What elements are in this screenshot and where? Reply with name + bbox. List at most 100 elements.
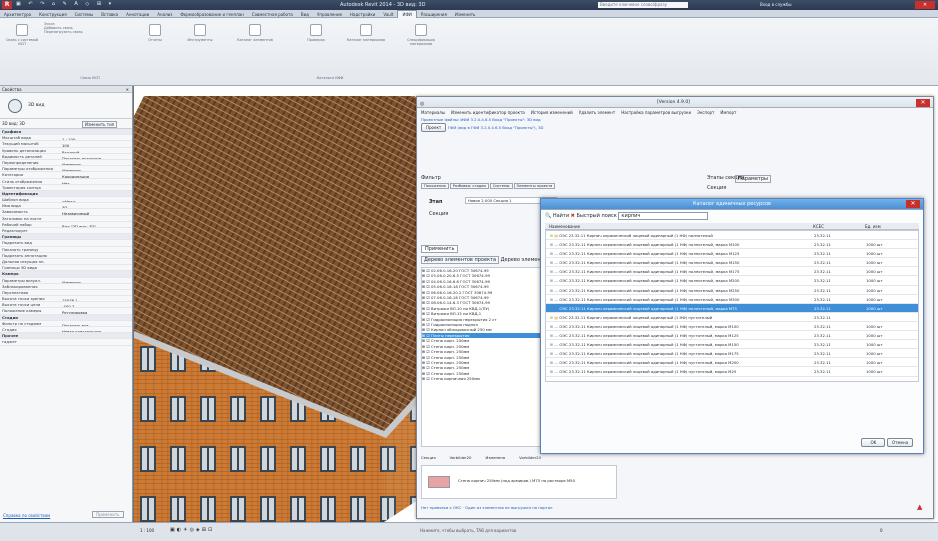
tree-expand-icon[interactable]: ⊞ ☑ bbox=[422, 268, 431, 273]
apply-project-button[interactable]: Применить bbox=[421, 245, 459, 253]
tree-expand-icon[interactable]: ⊞ ☑ bbox=[422, 306, 431, 311]
tree-expand-icon[interactable]: ⊞ ☑ bbox=[422, 284, 431, 289]
toolbar-button[interactable]: Настройка параметров выгрузки bbox=[621, 110, 691, 115]
signin-button[interactable]: Вход в службы bbox=[760, 2, 792, 7]
search-field[interactable]: кирпич bbox=[618, 212, 709, 220]
table-row[interactable]: ⊞ ― ОЭС 23.32.11 Кирпич керамический лиц… bbox=[546, 367, 918, 377]
table-row[interactable]: ⊞ ▤ ОЭС 23.32.11 Кирпич керамический лиц… bbox=[546, 231, 918, 241]
table-row[interactable]: ⊞ ― ОЭС 23.32.11 Кирпич керамический лиц… bbox=[546, 276, 918, 286]
clear-icon[interactable]: ✖ bbox=[571, 213, 575, 219]
tree-tab[interactable]: Дерево элементов проекта bbox=[421, 256, 500, 264]
type-selector[interactable]: 3D вид bbox=[0, 93, 132, 119]
tree-expand-icon[interactable]: ⊞ ☑ bbox=[422, 290, 431, 295]
filter-tab[interactable]: Разбивка: стадии bbox=[449, 183, 489, 189]
tree-expand-icon[interactable]: ⊞ ☑ bbox=[422, 300, 431, 305]
expand-icon[interactable]: ⊞ ― bbox=[550, 324, 559, 329]
property-row[interactable]: гаджет bbox=[0, 339, 132, 346]
ribbon-button-materials[interactable]: Каталог материалов bbox=[344, 24, 388, 42]
table-row[interactable]: ⊞ ― ОЭС 23.32.11 Кирпич керамический лиц… bbox=[546, 349, 918, 359]
expand-icon[interactable]: ⊞ ― bbox=[550, 360, 559, 365]
expand-icon[interactable]: ⊞ ― bbox=[550, 288, 559, 293]
table-row[interactable]: ⊞ ― ОЭС 23.32.11 Кирпич керамический лиц… bbox=[546, 249, 918, 259]
bottom-tab[interactable]: Изменено bbox=[485, 455, 505, 460]
table-row[interactable]: ⊞ ― ОЭС 23.32.11 Кирпич керамический лиц… bbox=[546, 267, 918, 277]
expand-icon[interactable]: ⊞ ― bbox=[550, 342, 559, 347]
folder-icon[interactable]: ⊞ ▤ bbox=[550, 233, 559, 238]
expand-icon[interactable]: ⊞ ― bbox=[550, 278, 559, 283]
table-row[interactable]: ⊞ ― ОЭС 23.32.11 Кирпич керамический лиц… bbox=[546, 258, 918, 268]
bottom-tab[interactable]: Секция bbox=[421, 455, 436, 460]
tree-expand-icon[interactable]: ⊞ ☑ bbox=[422, 371, 431, 376]
table-row[interactable]: ⊞ ― ОЭС 23.32.11 Кирпич керамический лиц… bbox=[546, 303, 918, 313]
quick-access-toolbar[interactable]: ▣ ↶ ↷ ⌂ ✎ A ◇ ⊞ ▾ bbox=[16, 1, 236, 9]
ribbon-button-isp[interactable]: Связь с системой ИСП bbox=[4, 24, 40, 46]
ribbon-button-check[interactable]: Проверка bbox=[296, 24, 336, 42]
tree-expand-icon[interactable]: ⊞ ☑ bbox=[422, 355, 431, 360]
properties-help-link[interactable]: Справка по свойствам bbox=[3, 513, 50, 518]
close-icon[interactable]: ✕ bbox=[916, 99, 930, 107]
window-close-button[interactable]: ✕ bbox=[915, 1, 935, 9]
toolbar-button[interactable]: Импорт bbox=[720, 110, 736, 115]
catalog-grid[interactable]: ⊞ ▤ ОЭС 23.32.11 Кирпич керамический лиц… bbox=[545, 230, 919, 382]
column-name[interactable]: Наименование bbox=[545, 223, 813, 229]
expand-icon[interactable]: ⊞ ― bbox=[550, 260, 559, 265]
tree-expand-icon[interactable]: ⊞ ☑ bbox=[422, 273, 431, 278]
tree-expand-icon[interactable]: ⊞ ☑ bbox=[422, 349, 431, 354]
table-row[interactable]: ⊞ ― ОЭС 23.32.11 Кирпич керамический лиц… bbox=[546, 322, 918, 332]
expand-icon[interactable]: ⊞ ― bbox=[550, 269, 559, 274]
tree-expand-icon[interactable]: ⊞ ☑ bbox=[422, 295, 431, 300]
table-row[interactable]: ⊞ ― ОЭС 23.32.11 Кирпич керамический лиц… bbox=[546, 331, 918, 341]
ok-button[interactable]: OK bbox=[861, 438, 886, 447]
tree-expand-icon[interactable]: ⊞ ☑ bbox=[422, 338, 431, 343]
toolbar-button[interactable]: Изменить идентификатор проекта bbox=[451, 110, 525, 115]
table-row[interactable]: ⊞ ― ОЭС 23.32.11 Кирпич керамический лиц… bbox=[546, 358, 918, 368]
toolbar-button[interactable]: Материалы bbox=[421, 110, 445, 115]
ribbon-button-catalog[interactable]: Каталог элементов bbox=[232, 24, 278, 42]
tree-expand-icon[interactable]: ⊞ ☑ bbox=[422, 279, 431, 284]
edit-type-button[interactable]: Изменить тип bbox=[82, 121, 118, 128]
expand-icon[interactable]: ⊞ ― bbox=[550, 369, 559, 374]
view-controls[interactable]: ▣◐☀◎◈⊞⊡ bbox=[170, 527, 214, 533]
folder-icon[interactable]: ⊞ ▤ bbox=[550, 315, 559, 320]
expand-icon[interactable]: ⊞ ― bbox=[550, 251, 559, 256]
filter-tab[interactable]: Положения bbox=[421, 183, 449, 189]
tree-expand-icon[interactable]: ⊞ ☑ bbox=[422, 360, 431, 365]
expand-icon[interactable]: ⊞ ― bbox=[550, 297, 559, 302]
expand-icon[interactable]: ⊞ ― bbox=[550, 333, 559, 338]
column-unit[interactable]: Ед. изм bbox=[865, 223, 913, 229]
tree-item[interactable]: ⊞ ☑ Стена кирпичная 250мм bbox=[422, 376, 544, 381]
search-input[interactable]: Введите ключевое слово/фразу bbox=[598, 2, 688, 8]
table-row[interactable]: ⊞ ― ОЭС 23.32.11 Кирпич керамический лиц… bbox=[546, 286, 918, 295]
filter-tab[interactable]: Элементы проекта bbox=[513, 183, 555, 189]
cancel-button[interactable]: Отмена bbox=[887, 438, 913, 447]
table-row[interactable]: ⊞ ― ОЭС 23.32.11 Кирпич керамический лиц… bbox=[546, 295, 918, 304]
project-tree[interactable]: ⊞ ☑ 02.06.0.16-20 ГОСТ 30674-99 ⊞ ☑ 03.06… bbox=[421, 267, 545, 447]
ribbon-button-spec[interactable]: Спецификация материалов bbox=[396, 24, 446, 46]
scale-indicator[interactable]: 1 : 100 bbox=[140, 528, 154, 533]
tree-expand-icon[interactable]: ⊞ ☑ bbox=[422, 327, 431, 332]
ribbon-button-reports[interactable]: Отчеты bbox=[140, 24, 170, 42]
tree-expand-icon[interactable]: ⊞ ☑ bbox=[422, 317, 431, 322]
ribbon-button-sketch[interactable]: Эскиз Добавить связь Перезагрузить связь bbox=[44, 22, 94, 34]
table-row[interactable]: ⊞ ― ОЭС 23.32.11 Кирпич керамический лиц… bbox=[546, 340, 918, 350]
tree-expand-icon[interactable]: ⊞ ☑ bbox=[422, 333, 431, 338]
revit-logo-icon[interactable]: R bbox=[2, 1, 12, 9]
close-icon[interactable]: ✕ bbox=[126, 86, 132, 93]
search-icon[interactable]: 🔍 bbox=[545, 213, 551, 219]
filter-tab[interactable]: Системы bbox=[489, 183, 513, 189]
toolbar-button[interactable]: Удалить элемент bbox=[579, 110, 615, 115]
view-select[interactable]: 3D вид: 3D bbox=[2, 121, 25, 126]
expand-icon[interactable]: ⊞ ― bbox=[550, 242, 559, 247]
table-row[interactable]: ⊞ ― ОЭС 23.32.11 Кирпич керамический лиц… bbox=[546, 240, 918, 250]
tree-expand-icon[interactable]: ⊞ ☑ bbox=[422, 365, 431, 370]
search-button[interactable]: Найти bbox=[553, 213, 569, 219]
project-button[interactable]: Проект bbox=[421, 123, 447, 132]
ribbon-tab[interactable]: ИФИ bbox=[397, 10, 417, 18]
apply-button[interactable]: Применить bbox=[92, 511, 124, 518]
tree-expand-icon[interactable]: ⊞ ☑ bbox=[422, 322, 431, 327]
column-ksec[interactable]: КСЕС bbox=[813, 223, 865, 229]
params-tab[interactable]: Параметры bbox=[735, 175, 771, 183]
toolbar-button[interactable]: Экспорт bbox=[697, 110, 714, 115]
ribbon-button-tools[interactable]: Инструменты bbox=[180, 24, 220, 42]
toolbar-button[interactable]: История изменений bbox=[531, 110, 573, 115]
